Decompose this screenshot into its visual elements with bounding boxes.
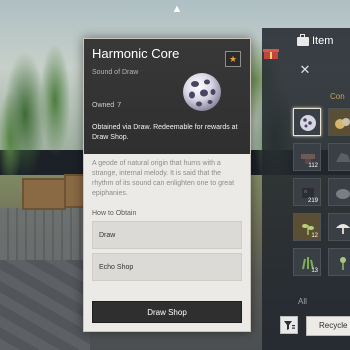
game-screen: ▲ Harmonic Core Sound of Draw ★ Owned 7 … [0, 0, 350, 350]
gold-ore-icon [335, 118, 350, 129]
filter-all[interactable]: All [298, 297, 307, 307]
quest-marker-icon: ▲ [171, 3, 183, 15]
gift-icon [263, 49, 279, 59]
dark-ore-icon [336, 153, 350, 162]
close-button[interactable]: ✕ [299, 62, 311, 77]
sort-button[interactable] [280, 316, 298, 334]
stone-floor [0, 260, 90, 350]
stone-icon [336, 189, 350, 199]
draw-shop-button[interactable]: Draw Shop [92, 301, 242, 323]
recycle-button[interactable]: Recycle [306, 316, 350, 336]
inventory-slot[interactable]: 12 [293, 213, 321, 241]
close-icon: ✕ [299, 62, 311, 77]
wooden-crate [22, 178, 66, 210]
inventory-slot[interactable] [293, 108, 321, 136]
inventory-slot[interactable] [328, 213, 350, 241]
item-detail-card: Harmonic Core Sound of Draw ★ Owned 7 Ob… [83, 38, 251, 332]
source-echo-shop[interactable]: Echo Shop [92, 253, 242, 281]
inventory-slot[interactable]: 13 [293, 248, 321, 276]
slot-count: 112 [308, 163, 318, 169]
inventory-slot[interactable] [328, 143, 350, 171]
inventory-slot[interactable]: 219 [293, 178, 321, 206]
how-to-obtain-label: How to Obtain [92, 210, 137, 217]
obtain-info: Obtained via Draw. Redeemable for reward… [92, 124, 238, 141]
filter-icon [284, 321, 295, 330]
owned-count: Owned 7 [92, 101, 121, 111]
briefcase-icon [297, 34, 309, 46]
inventory-slot[interactable] [328, 178, 350, 206]
slot-count: 219 [307, 198, 318, 204]
tab-consumables[interactable]: Con [330, 91, 350, 103]
inventory-slot[interactable] [328, 248, 350, 276]
item-lore: A geode of natural origin that hums with… [92, 160, 235, 197]
owned-value: 7 [117, 102, 122, 109]
slot-count: 13 [311, 268, 318, 274]
harmonic-core-icon [183, 73, 221, 111]
favorite-button[interactable]: ★ [225, 51, 241, 67]
harmonic-core-icon [300, 115, 316, 131]
mushroom-icon [336, 224, 350, 234]
plant-icon [340, 257, 346, 270]
owned-label: Owned [92, 102, 115, 109]
source-draw[interactable]: Draw [92, 221, 242, 249]
inventory-slot[interactable] [328, 108, 350, 136]
star-icon: ★ [228, 54, 238, 64]
inventory-slot[interactable]: 112 [293, 143, 321, 171]
slot-count: 12 [311, 233, 318, 239]
item-name: Harmonic Core [92, 46, 180, 61]
inventory-title: Item [312, 35, 334, 47]
